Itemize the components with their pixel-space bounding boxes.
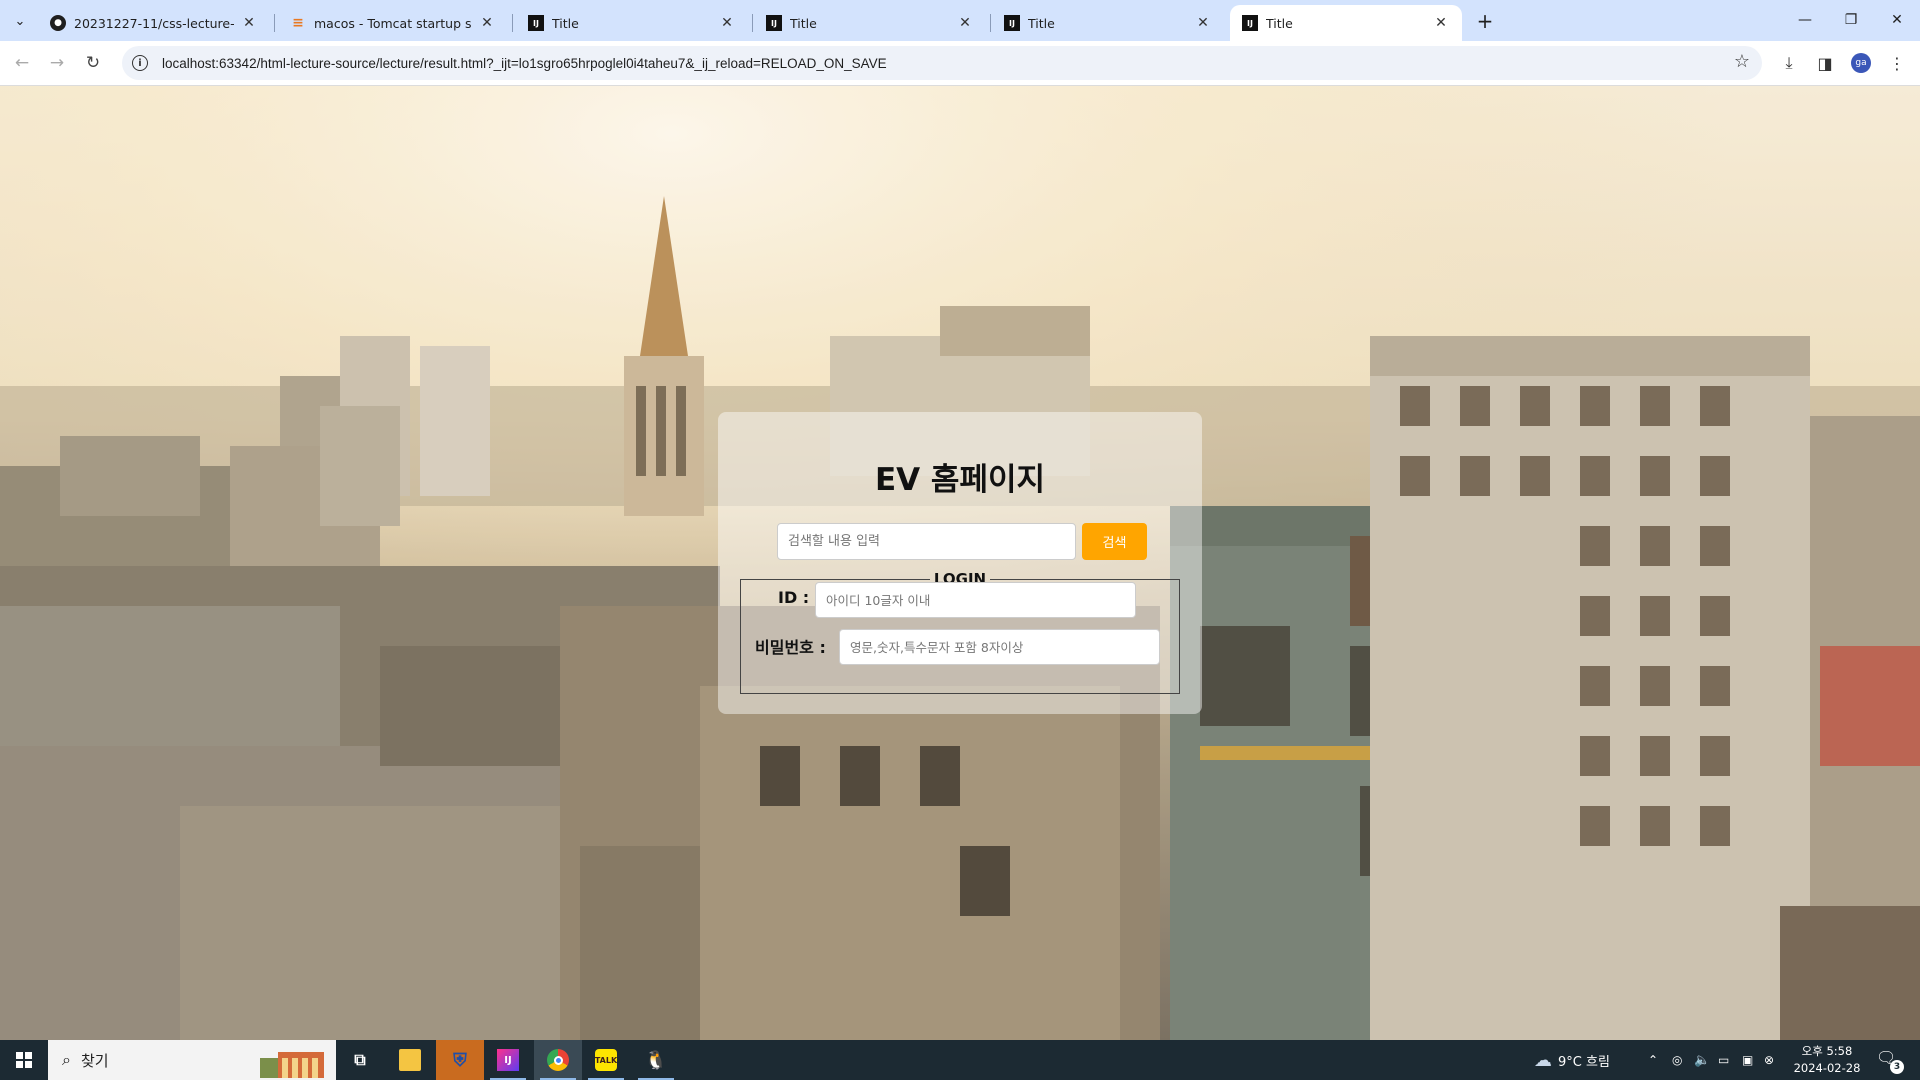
- start-button[interactable]: [0, 1040, 48, 1080]
- menu-kebab-icon[interactable]: ⋮: [1884, 50, 1910, 76]
- search-button[interactable]: 검색: [1082, 523, 1147, 560]
- display-icon[interactable]: ▣: [1742, 1040, 1753, 1080]
- kakaotalk-icon: TALK: [595, 1049, 617, 1071]
- tab-close-icon[interactable]: ✕: [718, 15, 736, 31]
- chrome-icon: [547, 1049, 569, 1071]
- weather-widget[interactable]: ☁ 9°C 흐림: [1534, 1040, 1610, 1080]
- tab-divider: [990, 14, 991, 32]
- tab-close-icon[interactable]: ✕: [1194, 15, 1212, 31]
- github-icon: ●: [50, 15, 66, 31]
- url-text[interactable]: localhost:63342/html-lecture-source/lect…: [162, 56, 887, 71]
- bookmark-star-icon[interactable]: ☆: [1734, 51, 1750, 72]
- minimize-button[interactable]: —: [1782, 0, 1828, 40]
- taskbar-intellij[interactable]: IJ: [484, 1040, 532, 1080]
- intellij-icon: IJ: [1004, 15, 1020, 31]
- tab-search-chevron-icon[interactable]: ⌄: [6, 8, 34, 34]
- volume-icon[interactable]: 🔈: [1694, 1040, 1710, 1080]
- forward-button[interactable]: →: [43, 49, 71, 77]
- tab-close-icon[interactable]: ✕: [1432, 15, 1450, 31]
- page-title: EV 홈페이지: [874, 462, 1046, 498]
- tab-close-icon[interactable]: ✕: [956, 15, 974, 31]
- tray-app-icon[interactable]: ◎: [1672, 1040, 1682, 1080]
- back-button[interactable]: ←: [8, 49, 36, 77]
- tab-title-3[interactable]: IJ Title ✕: [992, 5, 1224, 41]
- restore-button[interactable]: ❐: [1828, 0, 1874, 40]
- page-viewport: EV 홈페이지 검색 LOGIN ID : 비밀번호 :: [0, 86, 1920, 1040]
- taskbar-chrome[interactable]: [534, 1040, 582, 1080]
- task-view-icon: ⧉: [354, 1050, 366, 1069]
- tab-title-active[interactable]: IJ Title ✕: [1230, 5, 1462, 41]
- id-field[interactable]: [815, 582, 1136, 618]
- taskbar-file-explorer[interactable]: [386, 1040, 434, 1080]
- taskbar: ⌕ 찾기 ⧉ ⛨ IJ TALK 🐧 ☁ 9°C 흐림 ⌃ ◎ 🔈 ▭ ▣ ⊗: [0, 1040, 1920, 1080]
- browser-toolbar: ← → ↻ i localhost:63342/html-lecture-sou…: [0, 41, 1920, 86]
- id-label: ID :: [778, 588, 810, 607]
- folder-icon: [399, 1049, 421, 1071]
- notification-count-badge: 3: [1890, 1060, 1904, 1074]
- tab-divider: [274, 14, 275, 32]
- intellij-icon: IJ: [1242, 15, 1258, 31]
- tab-stackoverflow[interactable]: ≡ macos - Tomcat startup script ✕: [278, 5, 508, 41]
- tab-title-1[interactable]: IJ Title ✕: [516, 5, 748, 41]
- address-bar[interactable]: i localhost:63342/html-lecture-source/le…: [122, 46, 1762, 80]
- tab-title: Title: [1266, 15, 1293, 31]
- close-window-button[interactable]: ✕: [1874, 0, 1920, 40]
- search-highlight-illustration: [260, 1052, 324, 1078]
- password-field[interactable]: [839, 629, 1160, 665]
- tab-divider: [752, 14, 753, 32]
- taskbar-messenger-app[interactable]: 🐧: [632, 1040, 680, 1080]
- reload-button[interactable]: ↻: [79, 49, 107, 77]
- intellij-icon: IJ: [497, 1049, 519, 1071]
- tab-title: Title: [790, 15, 817, 31]
- tab-strip: ⌄ ● 20231227-11/css-lecture-sourc ✕ ≡ ma…: [0, 0, 1920, 41]
- clock-time: 오후 5:58: [1801, 1044, 1853, 1058]
- task-view-button[interactable]: ⧉: [336, 1040, 384, 1080]
- taskbar-security-app[interactable]: ⛨: [436, 1040, 484, 1080]
- clock-date: 2024-02-28: [1793, 1061, 1861, 1075]
- new-tab-button[interactable]: +: [1471, 8, 1499, 34]
- tab-github[interactable]: ● 20231227-11/css-lecture-sourc ✕: [38, 5, 270, 41]
- stackoverflow-icon: ≡: [292, 15, 304, 31]
- site-info-icon[interactable]: i: [132, 55, 148, 71]
- search-icon: ⌕: [62, 1050, 71, 1069]
- network-icon[interactable]: ▭: [1718, 1040, 1729, 1080]
- tab-divider: [512, 14, 513, 32]
- tray-overflow-chevron-icon[interactable]: ⌃: [1648, 1040, 1658, 1080]
- tab-title: 20231227-11/css-lecture-sourc: [74, 15, 234, 31]
- search-input[interactable]: [777, 523, 1076, 560]
- intellij-icon: IJ: [528, 15, 544, 31]
- profile-avatar[interactable]: ga: [1851, 53, 1871, 73]
- side-panel-icon[interactable]: ◨: [1812, 50, 1838, 76]
- penguin-icon: 🐧: [644, 1049, 668, 1071]
- weather-text: 9°C 흐림: [1558, 1054, 1610, 1070]
- download-icon[interactable]: ⤓: [1776, 50, 1802, 76]
- notification-center-button[interactable]: 🗨 3: [1876, 1048, 1904, 1074]
- password-label: 비밀번호 :: [755, 638, 826, 657]
- taskbar-search-box[interactable]: ⌕ 찾기: [48, 1040, 336, 1080]
- shield-icon: ⛨: [453, 1049, 467, 1071]
- login-card: EV 홈페이지 검색 LOGIN ID : 비밀번호 :: [718, 412, 1202, 714]
- vpn-status-icon[interactable]: ⊗: [1764, 1040, 1774, 1080]
- tab-title: Title: [1028, 15, 1055, 31]
- cloud-icon: ☁: [1534, 1049, 1552, 1071]
- tab-title-2[interactable]: IJ Title ✕: [754, 5, 986, 41]
- tab-close-icon[interactable]: ✕: [240, 15, 258, 31]
- tab-title: Title: [552, 15, 579, 31]
- taskbar-clock[interactable]: 오후 5:58 2024-02-28: [1786, 1043, 1868, 1077]
- windows-icon: [16, 1052, 32, 1068]
- tab-title: macos - Tomcat startup script: [314, 15, 472, 31]
- tab-close-icon[interactable]: ✕: [478, 15, 496, 31]
- intellij-icon: IJ: [766, 15, 782, 31]
- taskbar-kakaotalk[interactable]: TALK: [582, 1040, 630, 1080]
- taskbar-search-text: 찾기: [80, 1051, 109, 1070]
